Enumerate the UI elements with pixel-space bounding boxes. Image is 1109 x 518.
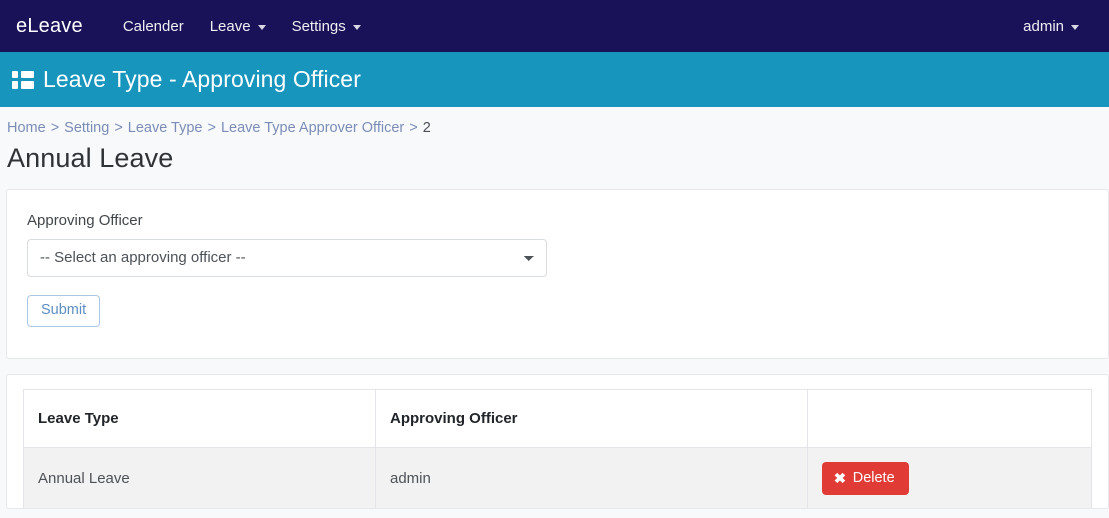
approving-officer-form-card: Approving Officer -- Select an approving…: [6, 188, 1109, 359]
approving-officers-table-card: Leave Type Approving Officer Annual Leav…: [6, 373, 1109, 509]
breadcrumb: Home > Setting > Leave Type > Leave Type…: [7, 119, 1109, 139]
breadcrumb-separator: >: [50, 120, 60, 136]
delete-button-label: Delete: [852, 469, 895, 486]
breadcrumb-separator: >: [207, 120, 216, 136]
table-header-row: Leave Type Approving Officer: [23, 388, 1092, 448]
column-header-leave-type: Leave Type: [23, 388, 376, 448]
navbar-right: admin: [1011, 10, 1091, 43]
table-head: Leave Type Approving Officer: [23, 388, 1092, 448]
brand-logo[interactable]: eLeave: [10, 11, 89, 42]
top-navbar: eLeave Calender Leave Settings admin: [0, 0, 1109, 52]
cell-actions: ✖ Delete: [807, 446, 1092, 508]
table-body: Annual Leave admin ✖ Delete: [23, 446, 1092, 508]
column-header-actions: [807, 388, 1092, 448]
cell-leave-type: Annual Leave: [23, 446, 376, 508]
nav-item-leave[interactable]: Leave: [198, 10, 278, 43]
page-band-title: Leave Type - Approving Officer: [43, 66, 361, 92]
cell-approving-officer: admin: [375, 446, 808, 508]
nav-item-leave-label: Leave: [209, 17, 251, 35]
times-icon: ✖: [833, 469, 847, 486]
caret-down-icon: [352, 24, 361, 30]
user-menu[interactable]: admin: [1011, 10, 1091, 43]
th-list-icon: [12, 70, 34, 89]
table-row: Annual Leave admin ✖ Delete: [23, 446, 1092, 508]
approving-officers-table: Leave Type Approving Officer Annual Leav…: [23, 388, 1092, 508]
page-title: Annual Leave: [7, 142, 174, 173]
breadcrumb-item-current: 2: [422, 120, 431, 136]
nav-item-calender-label: Calender: [122, 17, 184, 35]
nav-item-settings[interactable]: Settings: [280, 10, 373, 43]
caret-down-icon: [257, 24, 266, 30]
user-menu-label: admin: [1023, 17, 1064, 35]
nav-item-settings-label: Settings: [291, 17, 346, 35]
caret-down-icon: [1071, 24, 1079, 30]
column-header-approving-officer: Approving Officer: [375, 388, 808, 448]
approving-officer-label: Approving Officer: [27, 211, 143, 229]
breadcrumb-wrap: Home > Setting > Leave Type > Leave Type…: [0, 107, 1109, 139]
nav-item-calender[interactable]: Calender: [111, 10, 196, 43]
breadcrumb-item-leave-type-approver-officer[interactable]: Leave Type Approver Officer: [221, 119, 404, 139]
approving-officer-select[interactable]: -- Select an approving officer --: [27, 238, 547, 277]
primary-nav: Calender Leave Settings: [111, 10, 373, 43]
main-content: Home > Setting > Leave Type > Leave Type…: [0, 107, 1109, 518]
delete-button[interactable]: ✖ Delete: [822, 461, 909, 495]
submit-button[interactable]: Submit: [27, 294, 101, 327]
page-header-band: Leave Type - Approving Officer: [0, 52, 1109, 107]
breadcrumb-item-home[interactable]: Home: [7, 119, 46, 139]
breadcrumb-separator: >: [114, 120, 123, 136]
breadcrumb-separator: >: [409, 120, 418, 136]
breadcrumb-item-setting[interactable]: Setting: [64, 119, 109, 139]
breadcrumb-item-leave-type[interactable]: Leave Type: [128, 119, 203, 139]
